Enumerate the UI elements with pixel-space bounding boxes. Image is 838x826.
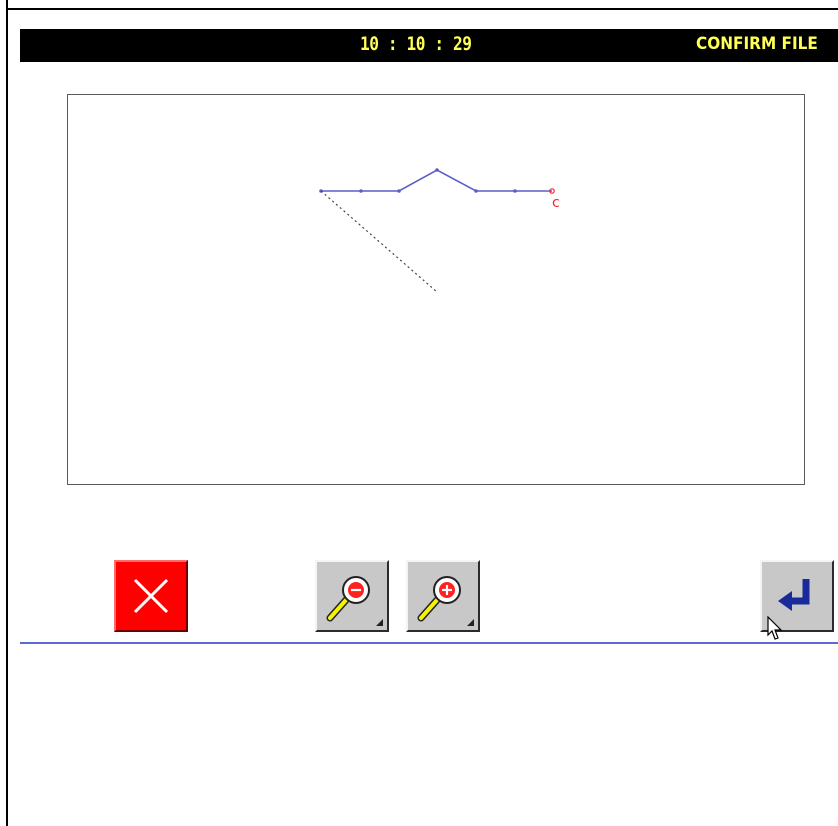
zoom-in-button[interactable] bbox=[406, 560, 480, 632]
window-frame-top bbox=[6, 8, 838, 10]
screen-title: CONFIRM FILE bbox=[696, 34, 818, 54]
zoom-out-icon bbox=[326, 576, 370, 622]
pattern-preview: c bbox=[67, 94, 805, 485]
start-marker-label: c bbox=[552, 195, 560, 211]
stitch-path bbox=[321, 169, 552, 192]
zoom-in-icon bbox=[417, 576, 461, 622]
separator-line bbox=[20, 642, 838, 644]
pattern-drawing: c bbox=[319, 168, 560, 293]
zoom-out-button[interactable] bbox=[315, 560, 389, 632]
cancel-button[interactable] bbox=[114, 560, 188, 632]
title-bar: 10 : 10 : 29 CONFIRM FILE bbox=[20, 29, 838, 62]
mouse-pointer-icon bbox=[767, 616, 783, 640]
corner-indicator bbox=[376, 619, 383, 626]
corner-indicator bbox=[467, 619, 474, 626]
enter-icon bbox=[778, 579, 810, 611]
window-frame-left bbox=[6, 0, 8, 826]
feed-path bbox=[320, 190, 438, 293]
close-icon bbox=[133, 578, 169, 614]
clock: 10 : 10 : 29 bbox=[360, 33, 472, 55]
